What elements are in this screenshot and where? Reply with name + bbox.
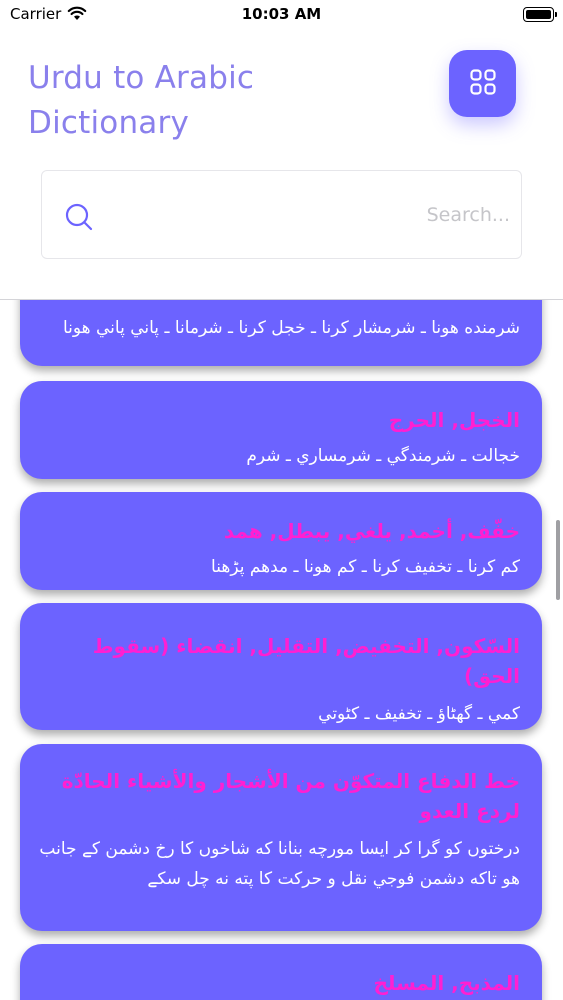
page-title: Urdu to Arabic Dictionary: [28, 60, 255, 141]
menu-button[interactable]: [449, 50, 516, 117]
list-item[interactable]: شرمنده هونا ـ شرمشار كرنا ـ خجل كرنا ـ ش…: [20, 299, 542, 366]
search-icon: [64, 202, 94, 236]
list-item[interactable]: المذبح, المسلخ: [20, 944, 542, 1000]
scrollbar[interactable]: [556, 520, 560, 600]
urdu-meaning: كم كرنا ـ تخفيف كرنا ـ كم هونا ـ مدهم پڑ…: [211, 557, 520, 577]
urdu-meaning: كمي ـ گھٹاؤ ـ تخفيف ـ كٹوتي: [318, 704, 520, 724]
list-item[interactable]: السّكون, التخفيض, التقليل, انقضاء (سقوط …: [20, 603, 542, 730]
clock: 10:03 AM: [241, 5, 322, 23]
battery-icon: [523, 7, 557, 22]
list-item[interactable]: الخجل, الحرج خجالت ـ شرمندگي ـ شرمساري ـ…: [20, 381, 542, 479]
search-bar[interactable]: [41, 170, 522, 259]
list-item[interactable]: خفّف, أخمد, يلغي, يبطل, همد كم كرنا ـ تخ…: [20, 492, 542, 590]
dictionary-list[interactable]: شرمنده هونا ـ شرمشار كرنا ـ خجل كرنا ـ ش…: [0, 299, 563, 1000]
arabic-word: الخجل, الحرج: [388, 408, 520, 432]
list-item[interactable]: خط الدفاع المتكوّن من الأشجار والأشياء ا…: [20, 744, 542, 931]
arabic-word: السّكون, التخفيض, التقليل, انقضاء (سقوط …: [92, 634, 520, 688]
arabic-word: خفّف, أخمد, يلغي, يبطل, همد: [223, 519, 520, 543]
search-input[interactable]: [122, 191, 510, 239]
arabic-word: خط الدفاع المتكوّن من الأشجار والأشياء ا…: [61, 769, 520, 823]
urdu-meaning: شرمنده هونا ـ شرمشار كرنا ـ خجل كرنا ـ ش…: [62, 318, 520, 338]
arabic-word: المذبح, المسلخ: [373, 971, 520, 995]
divider: [0, 299, 563, 300]
urdu-meaning: درختوں كو گرا كر ايسا مورچه بنانا كه شاخ…: [39, 839, 520, 889]
urdu-meaning: خجالت ـ شرمندگي ـ شرمساري ـ شرم: [246, 446, 520, 466]
grid-icon: [469, 68, 497, 100]
status-bar: Carrier 10:03 AM: [0, 0, 563, 30]
